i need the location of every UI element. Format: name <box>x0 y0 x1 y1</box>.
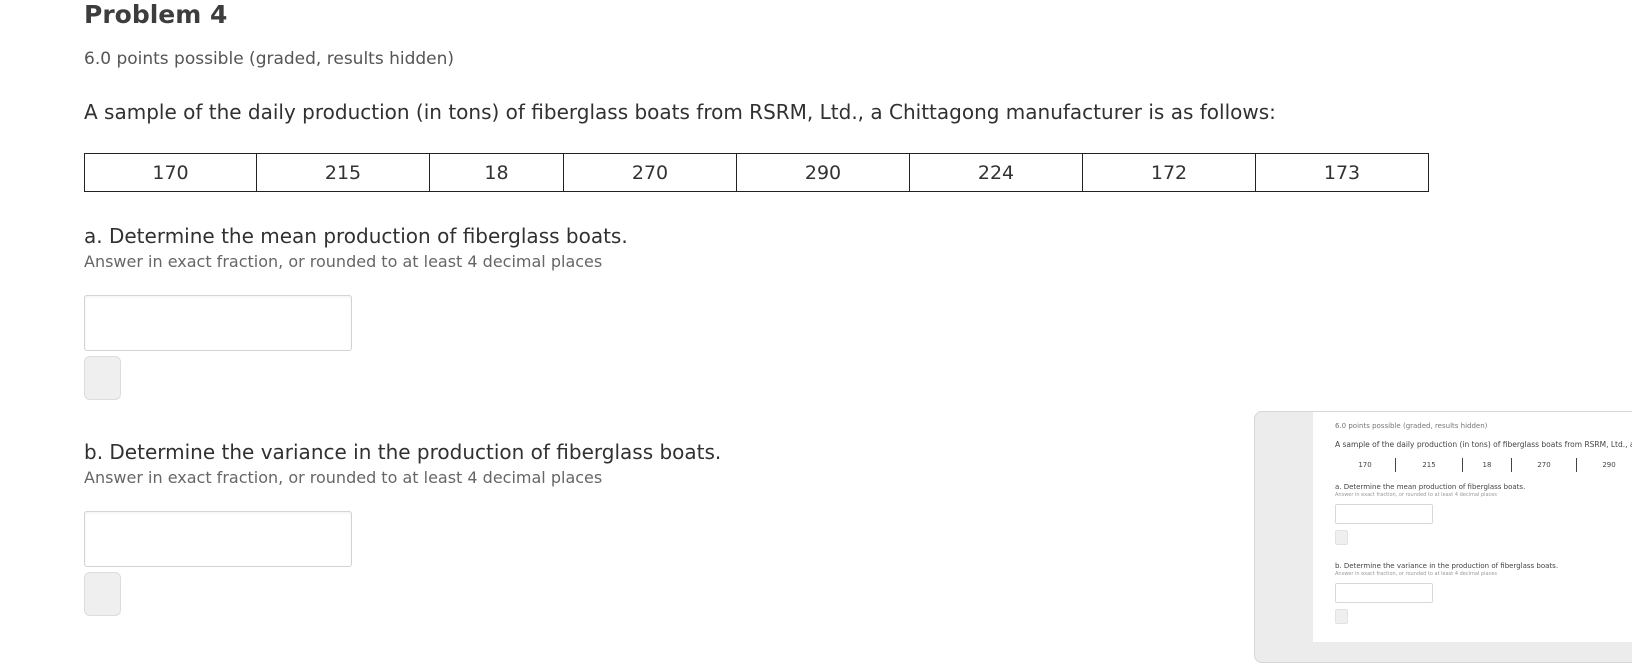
problem-prompt: A sample of the daily production (in ton… <box>84 100 1276 124</box>
thumbnail-data-cell: 270 <box>1512 458 1577 472</box>
data-cell: 270 <box>564 154 737 192</box>
thumbnail-question-a: a. Determine the mean production of fibe… <box>1335 483 1525 491</box>
points-info: 6.0 points possible (graded, results hid… <box>84 49 454 69</box>
thumbnail-answer-a-button <box>1335 530 1348 545</box>
answer-a-input[interactable] <box>84 295 352 351</box>
thumbnail-answer-b-input <box>1335 583 1433 603</box>
data-cell: 215 <box>257 154 430 192</box>
data-cell: 290 <box>737 154 910 192</box>
thumbnail-data-cell: 170 <box>1335 458 1396 472</box>
question-a-text: a. Determine the mean production of fibe… <box>84 224 628 248</box>
question-b-text: b. Determine the variance in the product… <box>84 440 721 464</box>
answer-b-submit-button[interactable] <box>84 572 121 616</box>
thumbnail-data-table: 170 215 18 270 290 <box>1335 458 1632 472</box>
thumbnail-question-b: b. Determine the variance in the product… <box>1335 562 1558 570</box>
answer-b-input[interactable] <box>84 511 352 567</box>
thumbnail-hint-a: Answer in exact fraction, or rounded to … <box>1335 492 1497 498</box>
thumbnail-answer-b-button <box>1335 609 1348 624</box>
data-cell: 18 <box>430 154 564 192</box>
thumbnail-hint-b: Answer in exact fraction, or rounded to … <box>1335 571 1497 577</box>
answer-a-submit-button[interactable] <box>84 356 121 400</box>
screenshot-preview-thumbnail[interactable]: 6.0 points possible (graded, results hid… <box>1254 411 1632 663</box>
question-b-hint: Answer in exact fraction, or rounded to … <box>84 468 602 487</box>
data-cell: 170 <box>85 154 257 192</box>
thumbnail-points: 6.0 points possible (graded, results hid… <box>1335 422 1487 430</box>
thumbnail-data-cell: 215 <box>1396 458 1463 472</box>
production-data-table: 170 215 18 270 290 224 172 173 <box>84 153 1429 192</box>
data-cell: 224 <box>910 154 1083 192</box>
thumbnail-prompt: A sample of the daily production (in ton… <box>1335 440 1632 449</box>
problem-title: Problem 4 <box>84 0 227 29</box>
thumbnail-data-cell: 290 <box>1577 458 1632 472</box>
question-a-hint: Answer in exact fraction, or rounded to … <box>84 252 602 271</box>
thumbnail-answer-a-input <box>1335 504 1433 524</box>
thumbnail-data-cell: 18 <box>1463 458 1512 472</box>
data-cell: 172 <box>1083 154 1256 192</box>
table-row: 170 215 18 270 290 224 172 173 <box>85 154 1429 192</box>
data-cell: 173 <box>1256 154 1429 192</box>
thumbnail-content: 6.0 points possible (graded, results hid… <box>1313 412 1632 642</box>
